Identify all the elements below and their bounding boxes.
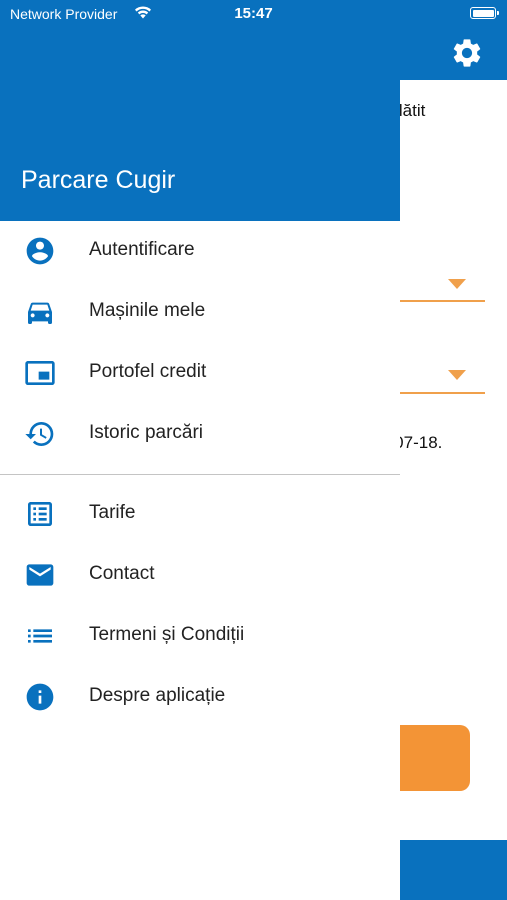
price-list-icon [24,498,56,530]
menu-divider [0,474,400,475]
drawer-header: Parcare Cugir [0,0,400,221]
drawer-title: Parcare Cugir [21,166,176,194]
menu-item-label: Istoric parcări [89,422,204,443]
menu-item-portofel-credit[interactable]: Portofel credit [0,344,400,402]
menu-item-istoric-parcari[interactable]: Istoric parcări [0,405,400,463]
dropdown-arrow-icon[interactable] [448,279,466,289]
navigation-drawer: Parcare Cugir Autentificare Mașinile mel… [0,0,400,900]
status-bar: Network Provider 15:47 [0,0,507,28]
status-time: 15:47 [234,5,273,22]
account-circle-icon [24,235,56,267]
dropdown-arrow-icon[interactable] [448,370,466,380]
car-icon [24,296,56,328]
menu-item-contact[interactable]: Contact [0,546,400,604]
history-icon [24,418,56,450]
gear-icon[interactable] [450,36,484,75]
menu-item-termeni-conditii[interactable]: Termeni și Condiții [0,607,400,665]
menu-item-autentificare[interactable]: Autentificare [0,222,400,280]
menu-item-tarife[interactable]: Tarife [0,485,400,543]
menu-item-label: Termeni și Condiții [89,624,245,645]
menu-item-label: Contact [89,563,155,584]
battery-icon [470,7,499,19]
menu-item-despre-aplicatie[interactable]: Despre aplicație [0,668,400,726]
info-icon [24,681,56,713]
menu-item-label: Despre aplicație [89,685,226,706]
mail-icon [24,559,56,591]
wallet-icon [24,357,56,389]
menu-item-label: Mașinile mele [89,300,206,321]
list-icon [24,620,56,652]
menu-item-label: Autentificare [89,239,195,260]
menu-item-label: Portofel credit [89,361,207,382]
menu-item-masinile-mele[interactable]: Mașinile mele [0,283,400,341]
menu-item-label: Tarife [89,502,136,523]
